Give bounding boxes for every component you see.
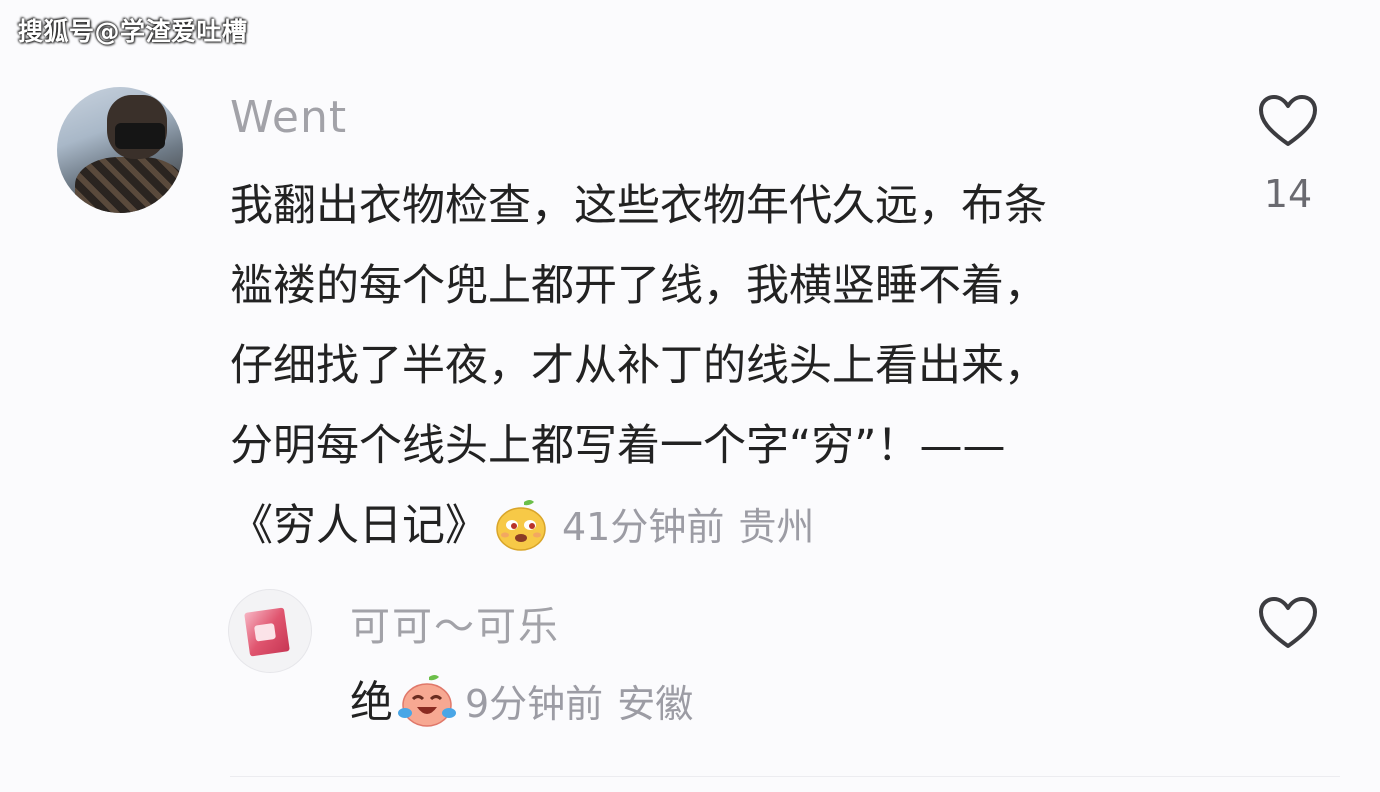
comment-line: 褴褛的每个兜上都开了线，我横竖睡不着， — [230, 261, 1047, 311]
comment-time: 41分钟前 — [562, 505, 725, 549]
heart-icon[interactable] — [1258, 596, 1318, 650]
avatar[interactable] — [57, 87, 183, 213]
comment-location: 安徽 — [617, 682, 694, 726]
crying-laughing-emoji-icon — [397, 673, 456, 727]
comment-location: 贵州 — [738, 505, 815, 549]
heart-icon[interactable] — [1258, 94, 1318, 148]
watermark: 搜狐号@学渣爱吐槽 — [18, 17, 248, 46]
avatar[interactable] — [228, 589, 312, 673]
comment-line: 绝 — [350, 678, 393, 728]
like-count: 14 — [1263, 172, 1313, 216]
comment-line: 我翻出衣物检查，这些衣物年代久远，布条 — [230, 181, 1047, 231]
comment-line: 分明每个线头上都写着一个字“穷”！—— — [230, 421, 1006, 471]
divider — [230, 776, 1340, 777]
comment-item: Went 我翻出衣物检查，这些衣物年代久远，布条 褴褛的每个兜上都开了线，我横竖… — [0, 84, 1380, 551]
comment-text: 绝 9分钟前 安徽 — [350, 668, 693, 730]
comment-username[interactable]: 可可～可乐 — [350, 594, 560, 652]
comment-time: 9分钟前 — [465, 682, 604, 726]
comment-line: 《穷人日记》 — [230, 501, 488, 551]
comment-username[interactable]: Went — [230, 92, 347, 143]
comment-text: 我翻出衣物检查，这些衣物年代久远，布条 褴褛的每个兜上都开了线，我横竖睡不着， … — [230, 166, 1230, 567]
reply-item: 可可～可乐 绝 9分钟前 安徽 — [0, 584, 1380, 734]
smirk-bean-emoji-icon — [494, 498, 548, 552]
comment-line: 仔细找了半夜，才从补丁的线头上看出来， — [230, 341, 1047, 391]
